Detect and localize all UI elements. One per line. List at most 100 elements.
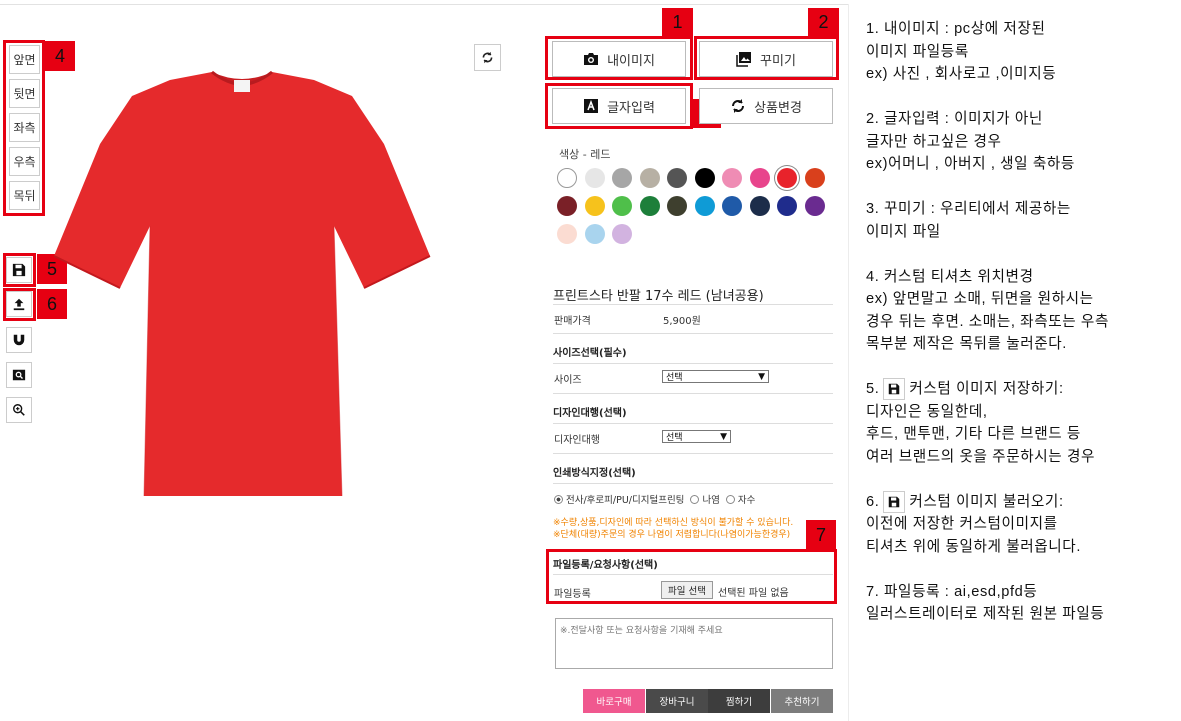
rotate-button[interactable] xyxy=(474,44,501,71)
recommend-button[interactable]: 추천하기 xyxy=(771,689,833,713)
vertical-divider xyxy=(848,4,849,721)
color-swatch[interactable] xyxy=(584,224,605,244)
color-swatch[interactable] xyxy=(694,196,715,216)
magnet-icon xyxy=(13,334,25,346)
color-swatch[interactable] xyxy=(557,196,577,216)
image-gallery-icon xyxy=(736,52,752,67)
help-6-line-2: 이전에 저장한 커스텀이미지를 xyxy=(866,516,1058,532)
file-label: 파일등록 xyxy=(554,589,591,600)
view-neck-back-button[interactable]: 목뒤 xyxy=(9,181,40,210)
magnet-button[interactable] xyxy=(6,327,32,353)
tshirt-preview[interactable] xyxy=(52,66,432,506)
load-button[interactable] xyxy=(6,291,32,317)
floppy-icon xyxy=(883,490,906,513)
text-letter-icon xyxy=(584,99,599,113)
preview-search-icon xyxy=(12,369,26,381)
color-swatch[interactable] xyxy=(557,224,577,244)
color-swatch[interactable] xyxy=(749,196,770,216)
color-swatch[interactable] xyxy=(722,168,742,188)
print-option-radio-1[interactable] xyxy=(554,494,563,504)
my-image-label: 내이미지 xyxy=(607,53,655,69)
decorate-button[interactable]: 꾸미기 xyxy=(699,41,833,77)
design-select-value: 선택 xyxy=(666,433,683,443)
color-swatch[interactable] xyxy=(584,168,605,188)
color-swatch[interactable] xyxy=(804,168,825,188)
help-2-line-3: ex)어머니 , 아버지 , 생일 축하등 xyxy=(866,156,1075,172)
price-value: 5,900원 xyxy=(663,316,701,327)
color-swatch[interactable] xyxy=(639,196,660,216)
file-section-title: 파일등록/요청사항(선택) xyxy=(553,560,658,571)
text-input-button[interactable]: 글자입력 xyxy=(552,88,686,124)
divider xyxy=(553,423,833,424)
color-swatch[interactable] xyxy=(722,196,742,216)
color-swatch[interactable] xyxy=(667,168,687,188)
dropdown-arrow-icon: ▼ xyxy=(758,371,765,382)
divider xyxy=(553,393,833,394)
print-option-radio-3[interactable] xyxy=(725,494,735,504)
help-2-line-2: 글자만 하고싶은 경우 xyxy=(866,133,1002,150)
file-choose-button[interactable]: 파일 선택 xyxy=(661,581,713,599)
size-select[interactable]: 선택 ▼ xyxy=(662,370,769,383)
size-select-value: 선택 xyxy=(666,373,683,383)
wish-button[interactable]: 찜하기 xyxy=(708,689,770,713)
color-swatch[interactable] xyxy=(584,196,605,216)
help-5-line-2: 디자인은 동일한데, xyxy=(866,403,988,420)
color-swatch[interactable] xyxy=(612,224,632,244)
price-label: 판매가격 xyxy=(554,316,591,327)
product-name: 프린트스타 반팔 17수 레드 (남녀공용) xyxy=(553,289,764,304)
color-swatch[interactable] xyxy=(777,196,797,216)
my-image-button[interactable]: 내이미지 xyxy=(552,41,686,77)
print-section-title: 인쇄방식지정(선택) xyxy=(553,468,636,479)
color-title: 색상 - 레드 xyxy=(559,148,611,161)
help-7-line-2: 일러스트레이터로 제작된 원본 파일등 xyxy=(866,606,1105,622)
help-1-line-2: 이미지 파일등록 xyxy=(866,43,969,60)
help-5-line-3: 후드, 맨투맨, 기타 다른 브랜드 등 xyxy=(866,426,1081,442)
tshirt-label xyxy=(234,80,250,92)
view-front-button[interactable]: 앞면 xyxy=(9,45,40,74)
help-4-line-4: 목부분 제작은 목뒤를 눌러준다. xyxy=(866,336,1067,352)
divider xyxy=(553,574,833,575)
view-left-button[interactable]: 좌측 xyxy=(9,113,40,142)
cart-button[interactable]: 장바구니 xyxy=(646,689,708,713)
badge-7: 7 xyxy=(806,520,836,550)
help-item-5: 5. 커스텀 이미지 저장하기: 디자인은 동일한데, 후드, 맨투맨, 기타 다… xyxy=(866,378,1176,468)
upload-icon xyxy=(13,298,25,311)
help-4-line-2: ex) 앞면말고 소매, 뒤면을 원하시는 xyxy=(866,291,1094,307)
color-swatch[interactable] xyxy=(612,168,632,188)
decorate-label: 꾸미기 xyxy=(760,53,796,69)
help-1-line-3: ex) 사진 , 회사로고 ,이미지등 xyxy=(866,66,1057,82)
zoom-button[interactable] xyxy=(6,397,32,423)
view-right-button[interactable]: 우측 xyxy=(9,147,40,176)
divider xyxy=(553,304,833,305)
color-swatch[interactable] xyxy=(612,196,632,216)
view-back-button[interactable]: 뒷면 xyxy=(9,79,40,108)
color-swatch[interactable] xyxy=(557,168,577,188)
help-item-2: 2. 글자입력 : 이미지가 아닌 글자만 하고싶은 경우 ex)어머니 , 아… xyxy=(866,108,1176,176)
change-product-button[interactable]: 상품변경 xyxy=(699,88,833,124)
color-swatch[interactable] xyxy=(777,168,797,188)
color-swatch[interactable] xyxy=(749,168,770,188)
divider xyxy=(553,483,833,484)
color-swatch[interactable] xyxy=(694,168,715,188)
save-button[interactable] xyxy=(6,257,32,283)
help-panel: 1. 내이미지 : pc상에 저장된 이미지 파일등록 ex) 사진 , 회사로… xyxy=(866,18,1176,648)
print-option-radio-2[interactable] xyxy=(690,494,700,504)
notice-line-2: ※단체(대량)주문의 경우 나염이 저렴합니다(나염이가능한경우) xyxy=(553,530,791,540)
badge-1: 1 xyxy=(662,8,693,37)
buy-now-button[interactable]: 바로구매 xyxy=(583,689,645,713)
help-1-line-1: 1. 내이미지 : pc상에 저장된 xyxy=(866,21,1046,37)
preview-button[interactable] xyxy=(6,362,32,388)
help-7-line-1: 7. 파일등록 : ai,esd,pfd등 xyxy=(866,583,1038,600)
text-input-label: 글자입력 xyxy=(607,100,655,116)
help-5-line-1: 커스텀 이미지 저장하기: xyxy=(909,381,1064,397)
color-swatch[interactable] xyxy=(667,196,687,216)
help-6-line-3: 티셔츠 위에 동일하게 불러옵니다. xyxy=(866,538,1081,555)
help-item-1: 1. 내이미지 : pc상에 저장된 이미지 파일등록 ex) 사진 , 회사로… xyxy=(866,18,1176,86)
help-6-number: 6. xyxy=(866,493,880,510)
color-swatch[interactable] xyxy=(639,168,660,188)
help-2-line-1: 2. 글자입력 : 이미지가 아닌 xyxy=(866,111,1043,127)
request-memo-field[interactable] xyxy=(555,618,833,669)
design-select[interactable]: 선택 ▼ xyxy=(662,430,731,443)
help-5-line-4: 여러 브랜드의 옷을 주문하시는 경우 xyxy=(866,448,1096,465)
color-swatch[interactable] xyxy=(804,196,825,216)
